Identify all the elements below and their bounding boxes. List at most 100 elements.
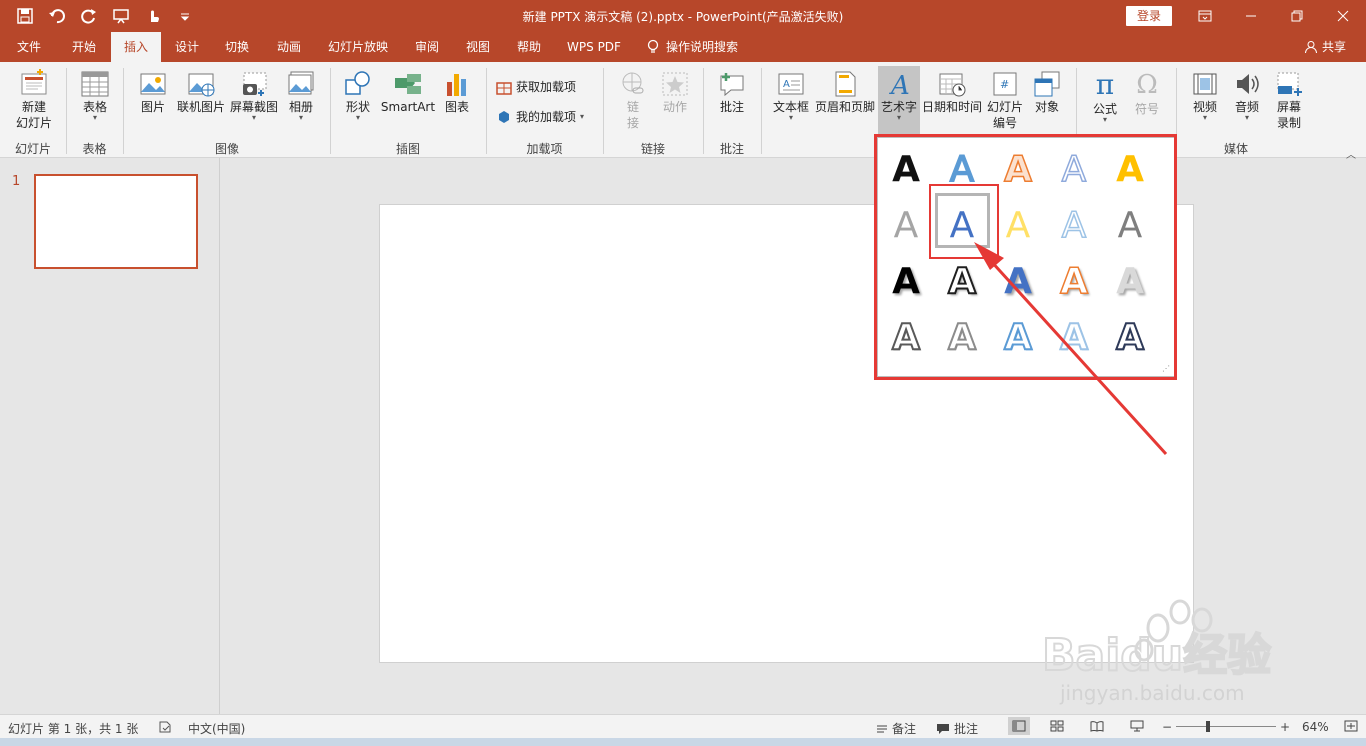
wordart-style-16[interactable]: A xyxy=(878,310,934,366)
slide-sorter-icon[interactable] xyxy=(1050,720,1064,735)
action-button[interactable]: 动作 xyxy=(656,70,694,114)
tab-review[interactable]: 审阅 xyxy=(406,32,448,62)
tab-slideshow[interactable]: 幻灯片放映 xyxy=(322,32,394,62)
symbol-label: 符号 xyxy=(1134,102,1159,116)
equation-label: 公式 xyxy=(1092,102,1117,116)
video-button[interactable]: 视频 ▾ xyxy=(1186,70,1224,122)
comment-button[interactable]: 批注 xyxy=(712,70,752,114)
speaker-icon xyxy=(1237,74,1259,94)
slide-thumbnail[interactable] xyxy=(34,174,198,269)
notes-button[interactable]: 备注 xyxy=(876,720,916,737)
svg-text:#: # xyxy=(1000,78,1009,91)
audio-label: 音频 xyxy=(1234,100,1259,114)
zoom-out-button[interactable]: − xyxy=(1162,720,1172,734)
slide-number-icon: # xyxy=(993,72,1017,96)
group-label-slides: 幻灯片 xyxy=(14,142,51,156)
slideshow-view-icon[interactable] xyxy=(1130,720,1144,735)
photo-album-button[interactable]: 相册 ▾ xyxy=(282,70,320,122)
group-label-images: 图像 xyxy=(214,142,239,156)
language-indicator[interactable]: 中文(中国) xyxy=(188,720,245,737)
new-slide-icon xyxy=(21,69,47,95)
wordart-glyph: A xyxy=(893,205,919,246)
wordart-glyph: A xyxy=(892,149,920,190)
photo-album-label: 相册 xyxy=(288,100,313,114)
textbox-button[interactable]: A 文本框 ▾ xyxy=(770,70,812,122)
share-button[interactable]: 共享 xyxy=(1304,32,1346,62)
wordart-style-1[interactable]: A xyxy=(878,142,934,198)
smartart-button[interactable]: SmartArt xyxy=(380,70,436,114)
pi-icon: π xyxy=(1095,68,1115,101)
zoom-slider-thumb[interactable] xyxy=(1206,721,1210,732)
zoom-level[interactable]: 64% xyxy=(1302,720,1329,734)
screenshot-button[interactable]: 屏幕截图 ▾ xyxy=(229,70,279,122)
person-icon xyxy=(1304,41,1317,54)
zoom-slider[interactable] xyxy=(1176,726,1276,727)
wordart-style-6[interactable]: A xyxy=(878,198,934,254)
tab-view[interactable]: 视图 xyxy=(457,32,499,62)
close-icon[interactable] xyxy=(1320,0,1366,32)
video-label: 视频 xyxy=(1192,100,1217,114)
reading-view-icon[interactable] xyxy=(1090,720,1104,735)
link-button[interactable]: 链 接 xyxy=(614,70,652,130)
normal-view-icon[interactable] xyxy=(1008,717,1030,735)
minimize-icon[interactable] xyxy=(1228,0,1274,32)
tell-me-label: 操作说明搜索 xyxy=(666,40,739,54)
online-picture-button[interactable]: 联机图片 xyxy=(175,70,227,114)
screen-record-label-1: 屏幕 xyxy=(1276,100,1301,114)
date-time-button[interactable]: 日期和时间 xyxy=(921,70,983,114)
tell-me-search[interactable]: 操作说明搜索 xyxy=(646,32,756,62)
tab-file[interactable]: 文件 xyxy=(8,32,50,62)
header-footer-label: 页眉和页脚 xyxy=(814,100,875,114)
ribbon-display-options-icon[interactable] xyxy=(1182,0,1228,32)
picture-button[interactable]: 图片 xyxy=(134,70,172,114)
table-button[interactable]: 表格 ▾ xyxy=(74,70,116,122)
wordart-style-4[interactable]: A xyxy=(1046,142,1102,198)
tab-home[interactable]: 开始 xyxy=(62,32,106,62)
textbox-label: 文本框 xyxy=(772,100,809,114)
tab-animations[interactable]: 动画 xyxy=(268,32,310,62)
ribbon-tabs: 文件 开始 插入 设计 切换 动画 幻灯片放映 审阅 视图 帮助 WPS PDF… xyxy=(0,32,1366,62)
tab-insert[interactable]: 插入 xyxy=(111,32,161,62)
notes-label: 备注 xyxy=(892,722,917,736)
header-footer-button[interactable]: 页眉和页脚 xyxy=(814,70,876,114)
group-label-links: 链接 xyxy=(640,142,665,156)
slide-number-label-1: 幻灯片 xyxy=(986,100,1023,114)
zoom-in-button[interactable]: + xyxy=(1280,720,1290,734)
symbol-button[interactable]: Ω 符号 xyxy=(1128,70,1166,116)
online-picture-icon xyxy=(188,73,215,97)
object-button[interactable]: 对象 xyxy=(1028,70,1066,114)
photo-album-icon xyxy=(288,71,314,95)
chart-button[interactable]: 图表 xyxy=(438,70,476,114)
tab-help[interactable]: 帮助 xyxy=(508,32,550,62)
comment-icon xyxy=(720,73,744,97)
wordart-style-11[interactable]: A xyxy=(878,254,934,310)
picture-icon xyxy=(140,73,166,95)
screen-record-button[interactable]: 屏幕 录制 xyxy=(1270,70,1308,130)
tab-wps-pdf[interactable]: WPS PDF xyxy=(560,32,628,62)
tab-transitions[interactable]: 切换 xyxy=(216,32,258,62)
my-addins-button[interactable]: 我的加载项 ▾ xyxy=(496,108,596,125)
shapes-button[interactable]: 形状 ▾ xyxy=(338,70,378,122)
date-time-label: 日期和时间 xyxy=(921,100,982,114)
spellcheck-icon[interactable] xyxy=(158,720,172,737)
slide-number-button[interactable]: # 幻灯片 编号 xyxy=(984,70,1026,130)
get-addins-button[interactable]: 获取加载项 xyxy=(496,78,586,95)
wordart-button[interactable]: A 艺术字 ▾ xyxy=(878,66,920,134)
tab-design[interactable]: 设计 xyxy=(166,32,208,62)
annotation-arrow xyxy=(974,242,1168,456)
collapse-ribbon-icon[interactable]: ︿ xyxy=(1346,146,1356,161)
restore-icon[interactable] xyxy=(1274,0,1320,32)
login-button[interactable]: 登录 xyxy=(1126,6,1172,26)
fit-to-window-icon[interactable] xyxy=(1344,720,1358,735)
equation-button[interactable]: π 公式 ▾ xyxy=(1086,70,1124,124)
new-slide-button[interactable]: 新建 幻灯片 xyxy=(6,68,62,130)
film-icon xyxy=(1193,73,1217,95)
wordart-glyph: A xyxy=(891,317,921,358)
audio-button[interactable]: 音频 ▾ xyxy=(1228,70,1266,122)
svg-text:A: A xyxy=(783,79,790,90)
wordart-style-5[interactable]: A xyxy=(1102,142,1158,198)
smartart-label: SmartArt xyxy=(380,100,436,114)
get-addins-label: 获取加载项 xyxy=(516,80,577,94)
comments-button[interactable]: 批注 xyxy=(936,720,978,737)
table-label: 表格 xyxy=(82,100,107,114)
